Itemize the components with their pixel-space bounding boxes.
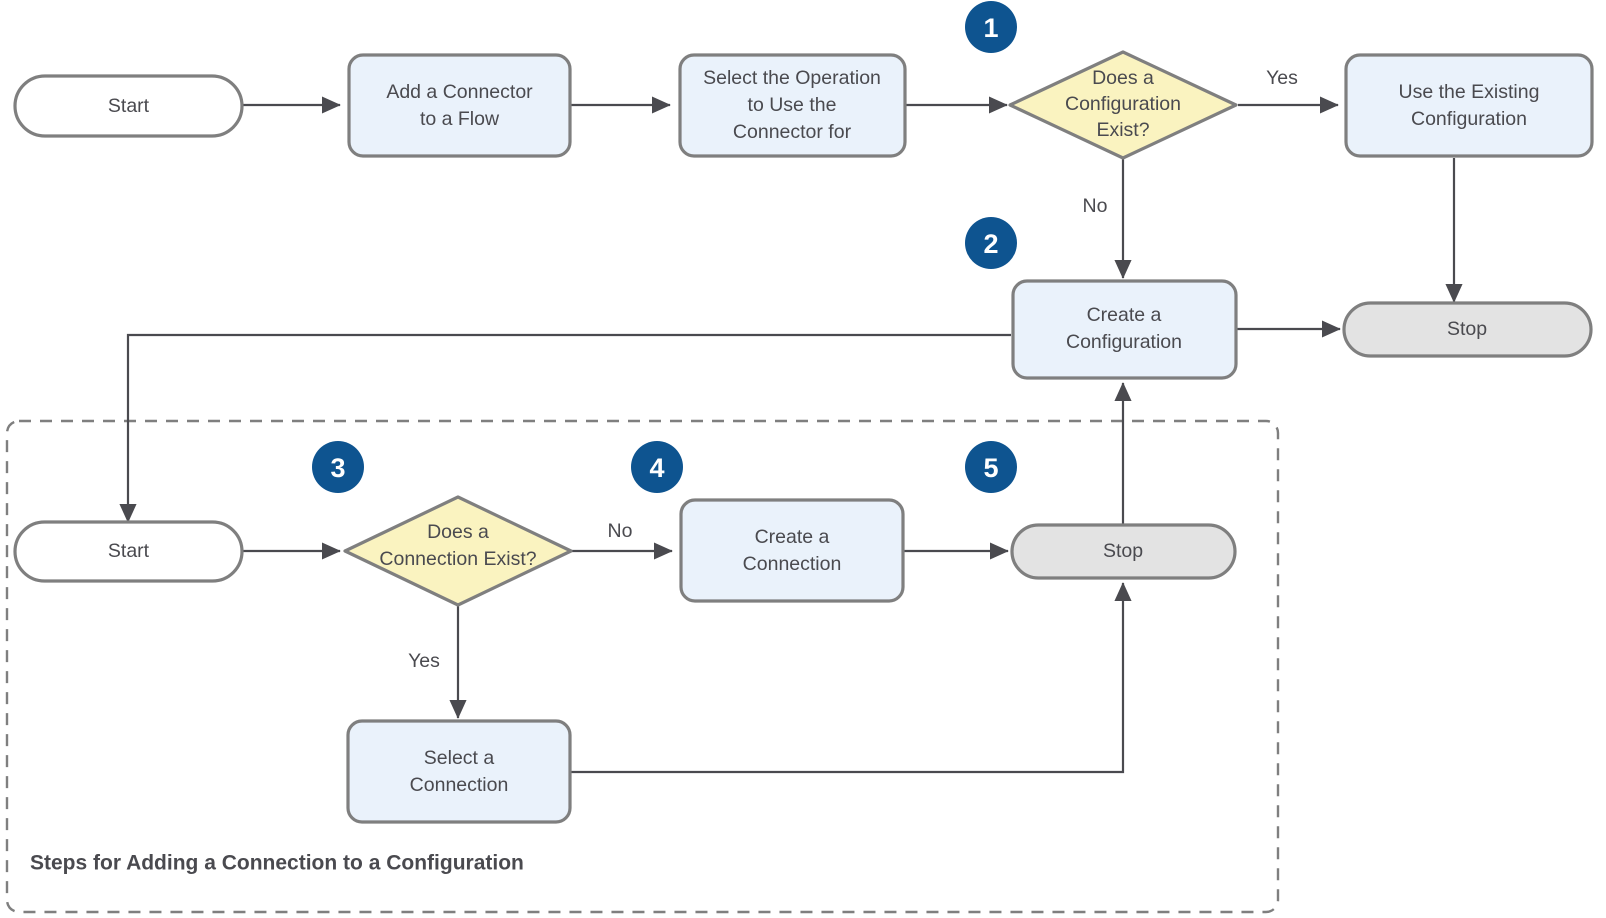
select-connection-label-line1: Select a bbox=[424, 747, 495, 769]
add-connector-label-line1: Add a Connector bbox=[386, 81, 533, 103]
connection-exists-label-line2: Connection Exist? bbox=[379, 548, 536, 570]
flowchart-svg: Steps for Adding a Connection to a Confi… bbox=[5, 1, 1594, 914]
node-config-exists-decision[interactable]: Does a Configuration Exist? bbox=[1008, 50, 1238, 160]
group-dashed-border bbox=[5, 419, 1280, 914]
add-connector-shape bbox=[347, 53, 572, 158]
node-start-top[interactable]: Start bbox=[13, 74, 244, 138]
badge-2-number: 2 bbox=[983, 229, 998, 259]
node-connection-exists-decision[interactable]: Does a Connection Exist? bbox=[343, 495, 573, 607]
select-connection-label-line2: Connection bbox=[410, 774, 509, 796]
select-connection-shape bbox=[346, 719, 572, 824]
step-badge-2: 2 bbox=[965, 217, 1017, 269]
badge-5-number: 5 bbox=[983, 453, 998, 483]
use-existing-config-label-line2: Configuration bbox=[1411, 108, 1527, 130]
badge-3-number: 3 bbox=[330, 453, 345, 483]
node-create-connection[interactable]: Create a Connection bbox=[679, 498, 905, 603]
edge-label-config-yes: Yes bbox=[1266, 67, 1298, 89]
create-connection-label-line1: Create a bbox=[755, 526, 830, 548]
connection-steps-group: Steps for Adding a Connection to a Confi… bbox=[5, 419, 1280, 914]
stop-bottom-label: Stop bbox=[1103, 540, 1143, 562]
stop-top-label: Stop bbox=[1447, 318, 1487, 340]
create-connection-shape bbox=[679, 498, 905, 603]
edge-create-config-to-start-bottom bbox=[119, 333, 1011, 523]
node-select-operation[interactable]: Select the Operation to Use the Connecto… bbox=[678, 53, 907, 158]
connector-layer bbox=[119, 96, 1463, 774]
select-operation-label-line2: to Use the bbox=[748, 94, 837, 116]
step-badge-3: 3 bbox=[312, 441, 364, 493]
node-stop-top[interactable]: Stop bbox=[1342, 301, 1593, 358]
node-start-bottom[interactable]: Start bbox=[13, 520, 244, 583]
add-connector-label-line2: to a Flow bbox=[420, 108, 500, 130]
create-connection-label-line2: Connection bbox=[743, 553, 842, 575]
start-top-label: Start bbox=[108, 95, 150, 117]
create-config-label-line2: Configuration bbox=[1066, 331, 1182, 353]
step-badge-5: 5 bbox=[965, 441, 1017, 493]
select-operation-label-line1: Select the Operation bbox=[703, 67, 881, 89]
edge-label-config-no: No bbox=[1083, 195, 1108, 217]
select-operation-label-line3: Connector for bbox=[733, 121, 852, 143]
badge-1-number: 1 bbox=[983, 13, 998, 43]
flowchart-canvas: Steps for Adding a Connection to a Confi… bbox=[0, 0, 1606, 918]
step-badge-4: 4 bbox=[631, 441, 683, 493]
create-config-shape bbox=[1011, 279, 1238, 380]
create-config-label-line1: Create a bbox=[1087, 304, 1162, 326]
config-exists-label-line1: Does a bbox=[1092, 67, 1154, 89]
edge-select-connection-to-stop-bottom bbox=[570, 582, 1132, 774]
edge-label-connection-no: No bbox=[608, 520, 633, 542]
node-create-config[interactable]: Create a Configuration bbox=[1011, 279, 1238, 380]
badge-4-number: 4 bbox=[649, 453, 664, 483]
node-select-connection[interactable]: Select a Connection bbox=[346, 719, 572, 824]
node-stop-bottom[interactable]: Stop bbox=[1010, 523, 1237, 580]
config-exists-label-line3: Exist? bbox=[1096, 119, 1149, 141]
edge-label-connection-yes: Yes bbox=[408, 650, 440, 672]
group-caption: Steps for Adding a Connection to a Confi… bbox=[30, 852, 524, 875]
node-use-existing-config[interactable]: Use the Existing Configuration bbox=[1344, 53, 1594, 158]
connection-exists-label-line1: Does a bbox=[427, 521, 489, 543]
config-exists-label-line2: Configuration bbox=[1065, 93, 1181, 115]
step-badge-1: 1 bbox=[965, 1, 1017, 53]
start-bottom-label: Start bbox=[108, 540, 150, 562]
use-existing-config-label-line1: Use the Existing bbox=[1399, 81, 1540, 103]
use-existing-config-shape bbox=[1344, 53, 1594, 158]
node-add-connector[interactable]: Add a Connector to a Flow bbox=[347, 53, 572, 158]
